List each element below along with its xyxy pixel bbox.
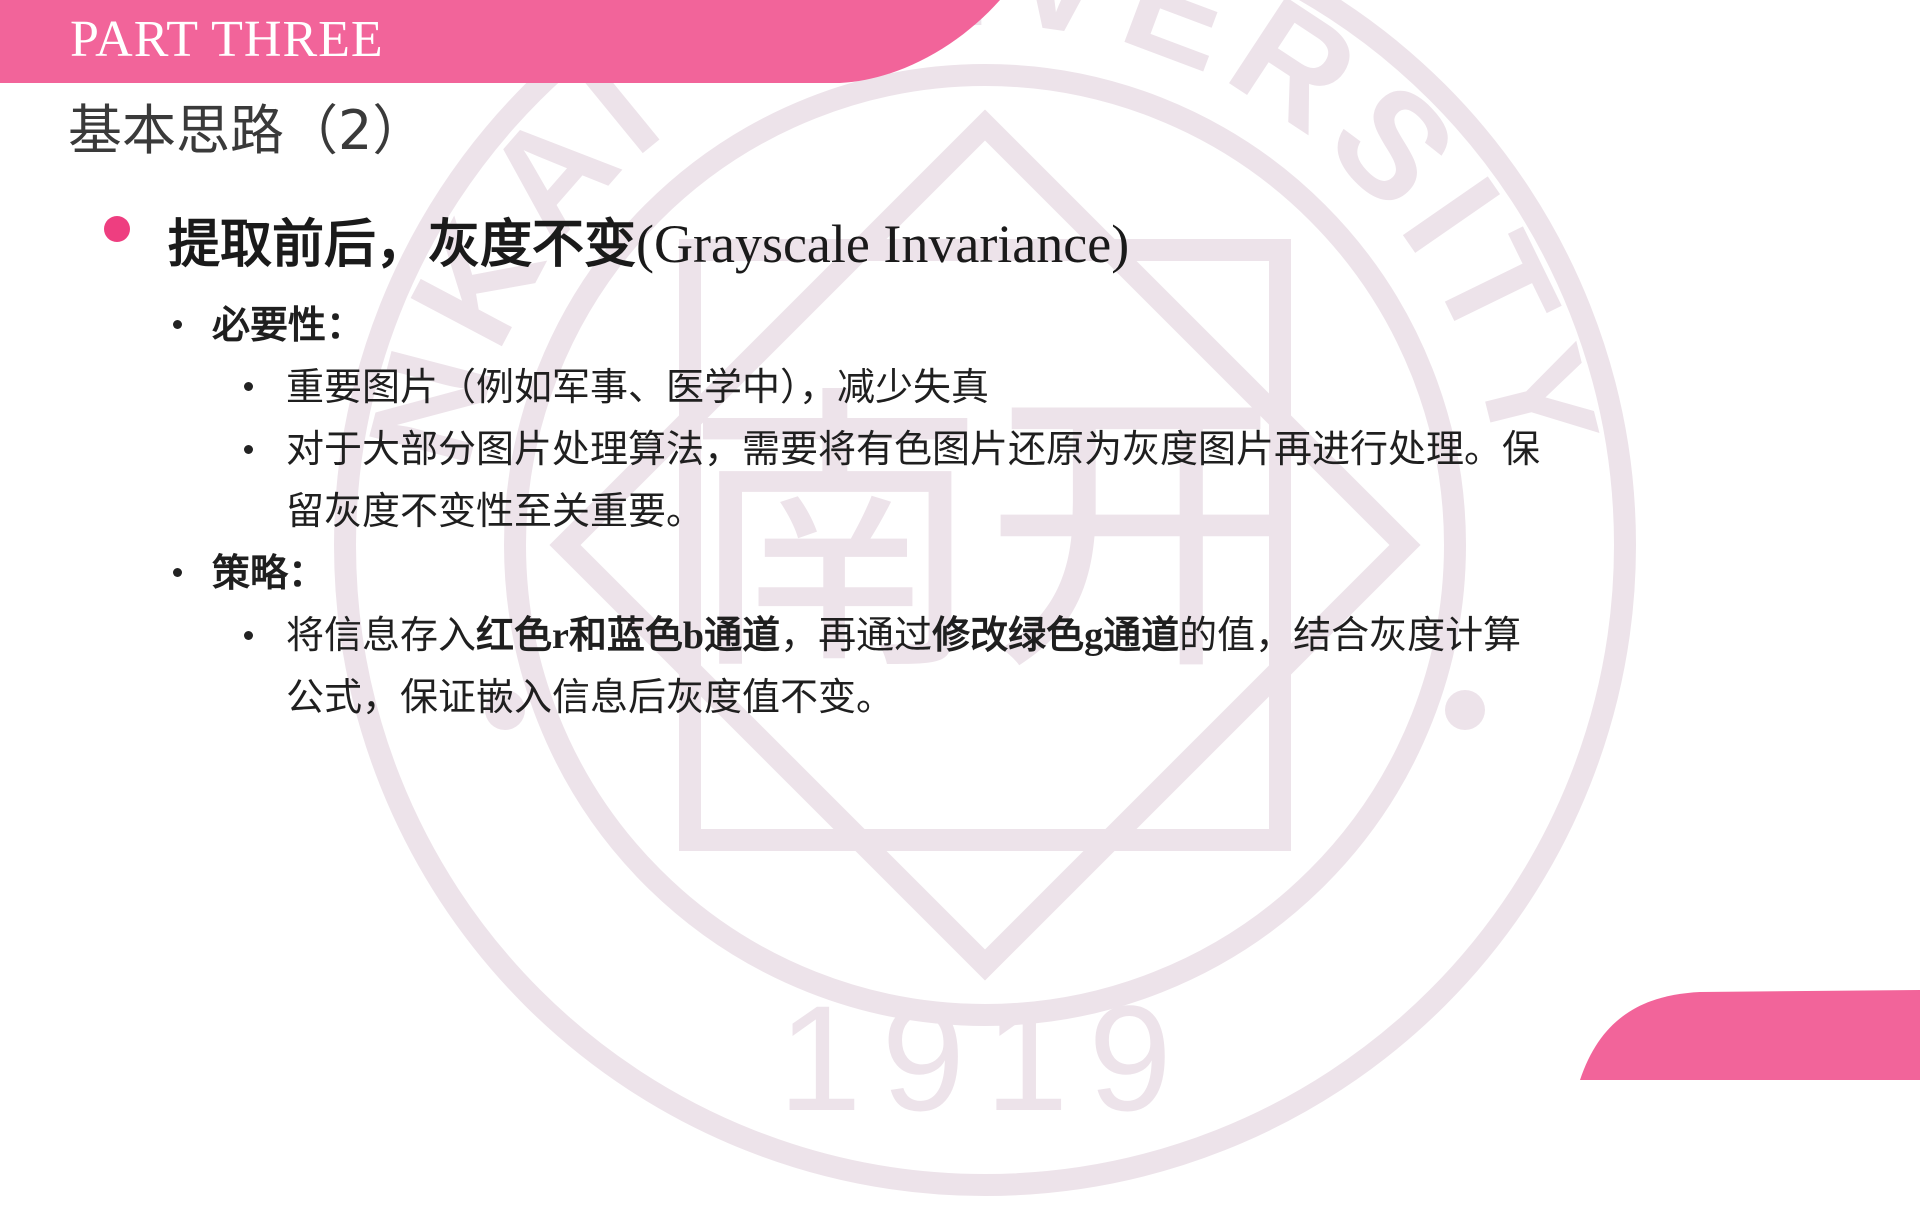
strategy-bold-modify-green: 修改绿色 bbox=[932, 613, 1085, 657]
necessity-label: 必要性： bbox=[212, 303, 365, 347]
main-point-title-en: (Grayscale Invariance) bbox=[636, 214, 1130, 274]
strategy-bold-b: b bbox=[682, 615, 705, 657]
main-point-title-cn: 提取前后，灰度不变 bbox=[168, 215, 637, 275]
necessity-item-2: 对于大部分图片处理算法，需要将有色图片还原为灰度图片再进行处理。保 bbox=[286, 427, 1541, 471]
main-point-heading: 提取前后，灰度不变(Grayscale Invariance) bbox=[168, 202, 1129, 277]
necessity-item-1: 重要图片（例如军事、医学中），减少失真 bbox=[286, 365, 990, 409]
strategy-item-line-2: 公式，保证嵌入信息后灰度值不变。 bbox=[286, 675, 895, 719]
necessity-item-2-cont: 留灰度不变性至关重要。 bbox=[286, 489, 705, 533]
bullet-dot-icon bbox=[244, 445, 253, 454]
bullet-dot-icon bbox=[244, 382, 253, 391]
strategy-bold-red: 红色 bbox=[476, 613, 553, 657]
main-bullet-icon bbox=[104, 216, 130, 242]
bullet-dot-icon bbox=[173, 568, 182, 577]
bullet-dot-icon bbox=[244, 631, 253, 640]
slide-content: 提取前后，灰度不变(Grayscale Invariance) 必要性： 重要图… bbox=[0, 0, 1920, 1080]
strategy-bold-channel-1: 通道 bbox=[704, 613, 781, 657]
bullet-dot-icon bbox=[173, 320, 182, 329]
strategy-text-2: ，再通过 bbox=[780, 613, 933, 657]
strategy-label: 策略： bbox=[212, 551, 327, 595]
strategy-text-3: 的值，结合灰度计算 bbox=[1179, 613, 1522, 657]
strategy-bold-channel-2: 通道 bbox=[1103, 613, 1180, 657]
strategy-text-1: 将信息存入 bbox=[286, 613, 477, 657]
strategy-item-line-1: 将信息存入红色r和蓝色b通道，再通过修改绿色g通道的值，结合灰度计算 bbox=[286, 604, 1521, 667]
strategy-bold-and-blue: 和蓝色 bbox=[568, 613, 683, 657]
strategy-bold-r: r bbox=[552, 615, 569, 657]
strategy-bold-g: g bbox=[1084, 615, 1104, 657]
